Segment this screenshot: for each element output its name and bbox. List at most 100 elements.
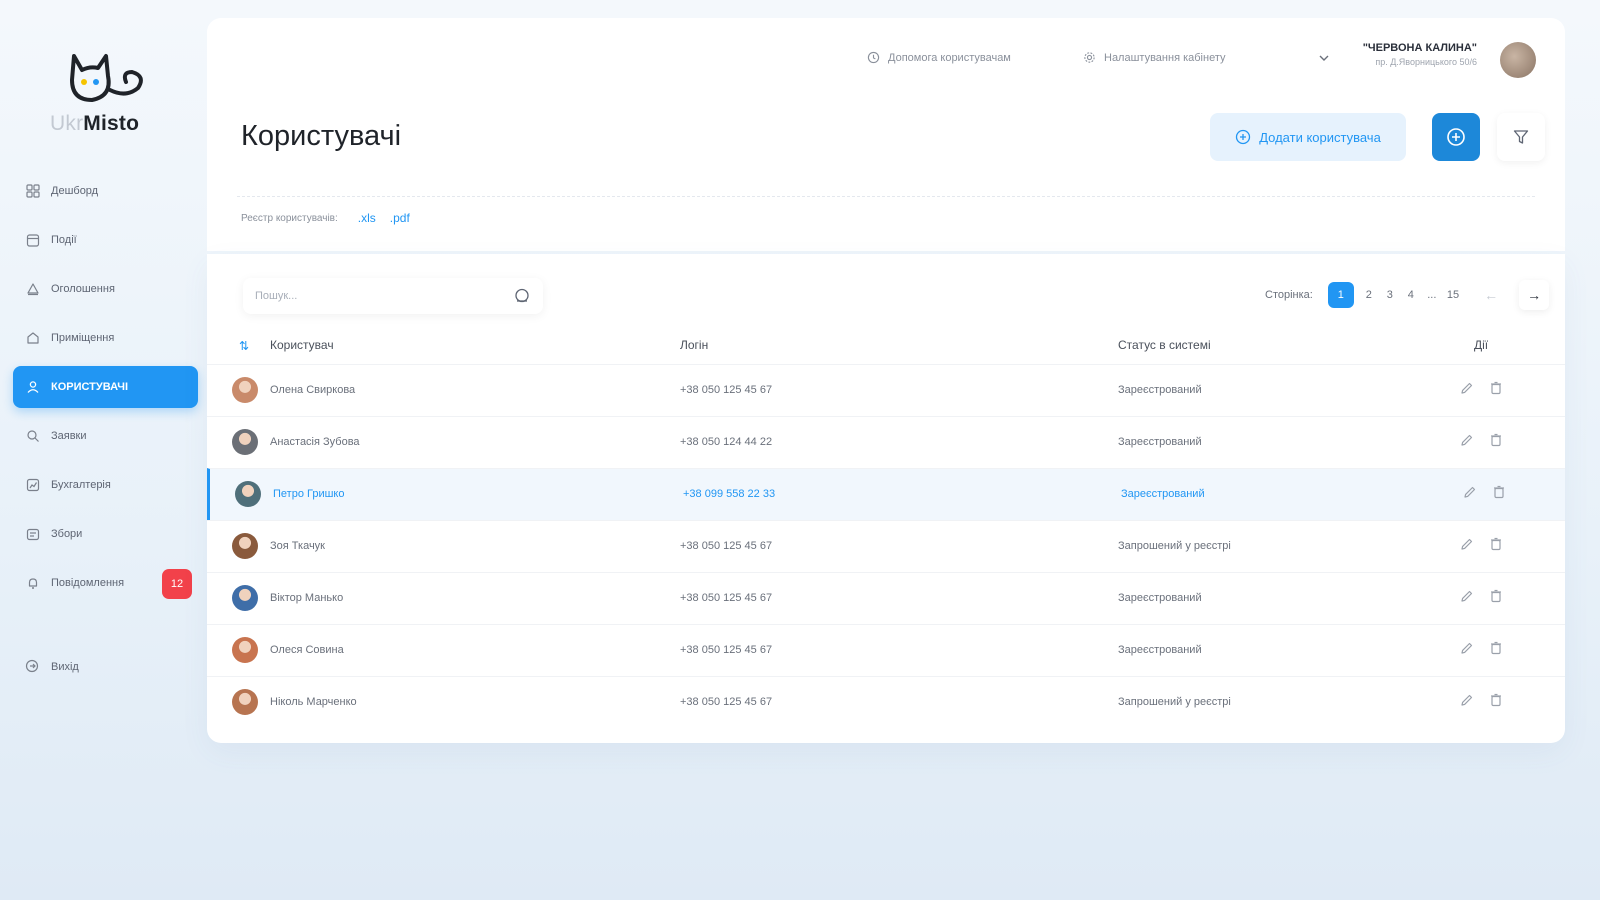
column-user[interactable]: Користувач	[270, 338, 334, 352]
users-icon	[25, 379, 41, 395]
requests-icon	[25, 428, 41, 444]
pagination: Сторінка: 1 2 3 4 ... 15 ← →	[1265, 280, 1549, 310]
chevron-down-icon[interactable]	[1318, 51, 1330, 69]
avatar	[232, 585, 258, 611]
user-info[interactable]: "ЧЕРВОНА КАЛИНА" пр. Д.Яворницького 50/6	[1357, 42, 1477, 67]
search-icon[interactable]	[513, 287, 531, 305]
logo-wordmark: UkrMisto	[50, 112, 139, 136]
sidebar-item-events[interactable]: Події	[13, 219, 198, 261]
dashboard-icon	[25, 183, 41, 199]
status-cell: Зареєстрований	[1121, 488, 1205, 500]
page-3[interactable]: 3	[1384, 289, 1396, 301]
table-row[interactable]: Ніколь Марченко +38 050 125 45 67 Запрошен…	[207, 676, 1565, 728]
page-title: Користувачі	[241, 120, 402, 152]
sidebar-item-dashboard[interactable]: Дешборд	[13, 170, 198, 212]
edit-icon[interactable]	[1459, 640, 1475, 659]
cat-logo-icon	[70, 54, 143, 102]
accounting-icon	[25, 477, 41, 493]
trash-icon[interactable]	[1488, 380, 1504, 399]
page-4[interactable]: 4	[1405, 289, 1417, 301]
login-cell: +38 050 125 45 67	[680, 540, 773, 552]
sidebar-item-requests[interactable]: Заявки	[13, 415, 198, 457]
user-name: "ЧЕРВОНА КАЛИНА"	[1362, 42, 1477, 54]
avatar	[232, 637, 258, 663]
edit-icon[interactable]	[1459, 380, 1475, 399]
edit-icon[interactable]	[1459, 536, 1475, 555]
pagination-label: Сторінка:	[1265, 289, 1313, 301]
table-header: ⇅ Користувач Логін Статус в системі Дії	[207, 332, 1565, 362]
table-row[interactable]: Віктор Манько +38 050 125 45 67 Зареєстров…	[207, 572, 1565, 624]
trash-icon[interactable]	[1488, 640, 1504, 659]
avatar	[232, 533, 258, 559]
search-input[interactable]	[255, 290, 513, 302]
edit-icon[interactable]	[1462, 484, 1478, 503]
column-status[interactable]: Статус в системі	[1118, 338, 1211, 352]
sidebar-item-meetings[interactable]: Збори	[13, 513, 198, 555]
user-name-cell[interactable]: Ніколь Марченко	[270, 696, 357, 708]
edit-icon[interactable]	[1459, 692, 1475, 711]
registry-label: Реєстр користувачів:	[241, 212, 338, 224]
sort-icon[interactable]: ⇅	[239, 339, 249, 353]
user-name-cell[interactable]: Олена Свиркова	[270, 384, 355, 396]
premises-icon	[25, 330, 41, 346]
next-page-button[interactable]: →	[1519, 280, 1549, 310]
export-xls-link[interactable]: .xls	[358, 211, 376, 225]
sidebar-item-premises[interactable]: Приміщення	[13, 317, 198, 359]
user-name-cell[interactable]: Олеся Совина	[270, 644, 344, 656]
table-row[interactable]: Олена Свиркова +38 050 125 45 67 Зареєстро…	[207, 364, 1565, 416]
avatar	[232, 429, 258, 455]
export-pdf-link[interactable]: .pdf	[390, 211, 410, 225]
sidebar-item-label: КОРИСТУВАЧІ	[51, 381, 129, 393]
login-cell: +38 050 125 45 67	[680, 696, 773, 708]
meetings-icon	[25, 526, 41, 542]
status-cell: Зареєстрований	[1118, 644, 1202, 656]
sidebar-item-users[interactable]: КОРИСТУВАЧІ	[13, 366, 198, 408]
logo[interactable]: UkrMisto	[50, 50, 160, 140]
table-row[interactable]: Олеся Совина +38 050 125 45 67 Зареєстрова…	[207, 624, 1565, 676]
filter-button[interactable]	[1497, 113, 1545, 161]
avatar	[235, 481, 261, 507]
sidebar-item-announcements[interactable]: Оголошення	[13, 268, 198, 310]
login-cell: +38 050 125 45 67	[680, 592, 773, 604]
add-user-label: Додати користувача	[1259, 129, 1381, 145]
sidebar-item-notifications[interactable]: Повідомлення 12	[13, 562, 198, 604]
column-login[interactable]: Логін	[680, 338, 708, 352]
sidebar-item-label: Приміщення	[51, 332, 115, 344]
settings-link[interactable]: Налаштування кабінету	[1083, 51, 1226, 64]
help-link[interactable]: Допомога користувачам	[867, 51, 1011, 64]
sidebar-item-label: Бухгалтерія	[51, 479, 111, 491]
table-row[interactable]: Анастасія Зубова +38 050 124 44 22 Зареєст…	[207, 416, 1565, 468]
user-name-cell[interactable]: Зоя Ткачук	[270, 540, 325, 552]
trash-icon[interactable]	[1488, 588, 1504, 607]
prev-page-button[interactable]: ←	[1484, 287, 1498, 303]
trash-icon[interactable]	[1488, 692, 1504, 711]
avatar[interactable]	[1500, 42, 1536, 78]
settings-label: Налаштування кабінету	[1104, 51, 1226, 64]
trash-icon[interactable]	[1488, 432, 1504, 451]
edit-icon[interactable]	[1459, 588, 1475, 607]
page-1[interactable]: 1	[1327, 282, 1354, 308]
table-row[interactable]: Петро Гришко +38 099 558 22 33 Зареєстрова…	[207, 468, 1565, 520]
sidebar-item-label: Події	[51, 234, 77, 246]
add-button[interactable]	[1432, 113, 1480, 161]
sidebar-item-accounting[interactable]: Бухгалтерія	[13, 464, 198, 506]
user-name-cell[interactable]: Анастасія Зубова	[270, 436, 360, 448]
login-cell: +38 050 125 45 67	[680, 644, 773, 656]
divider	[237, 196, 1535, 197]
status-cell: Зареєстрований	[1118, 592, 1202, 604]
status-cell: Зареєстрований	[1118, 436, 1202, 448]
search-box	[243, 278, 543, 314]
sidebar-item-exit[interactable]: Вихід	[13, 646, 198, 688]
page-2[interactable]: 2	[1363, 289, 1375, 301]
trash-icon[interactable]	[1491, 484, 1507, 503]
sidebar-item-label: Повідомлення	[51, 577, 125, 589]
table-row[interactable]: Зоя Ткачук +38 050 125 45 67 Запрошений у …	[207, 520, 1565, 572]
user-name-cell[interactable]: Віктор Манько	[270, 592, 343, 604]
add-user-button[interactable]: Додати користувача	[1210, 113, 1406, 161]
column-actions: Дії	[1474, 338, 1489, 352]
user-name-cell[interactable]: Петро Гришко	[273, 488, 344, 500]
trash-icon[interactable]	[1488, 536, 1504, 555]
page-15[interactable]: 15	[1447, 289, 1459, 301]
edit-icon[interactable]	[1459, 432, 1475, 451]
users-table-card: Сторінка: 1 2 3 4 ... 15 ← → ⇅ Користува…	[207, 254, 1565, 743]
